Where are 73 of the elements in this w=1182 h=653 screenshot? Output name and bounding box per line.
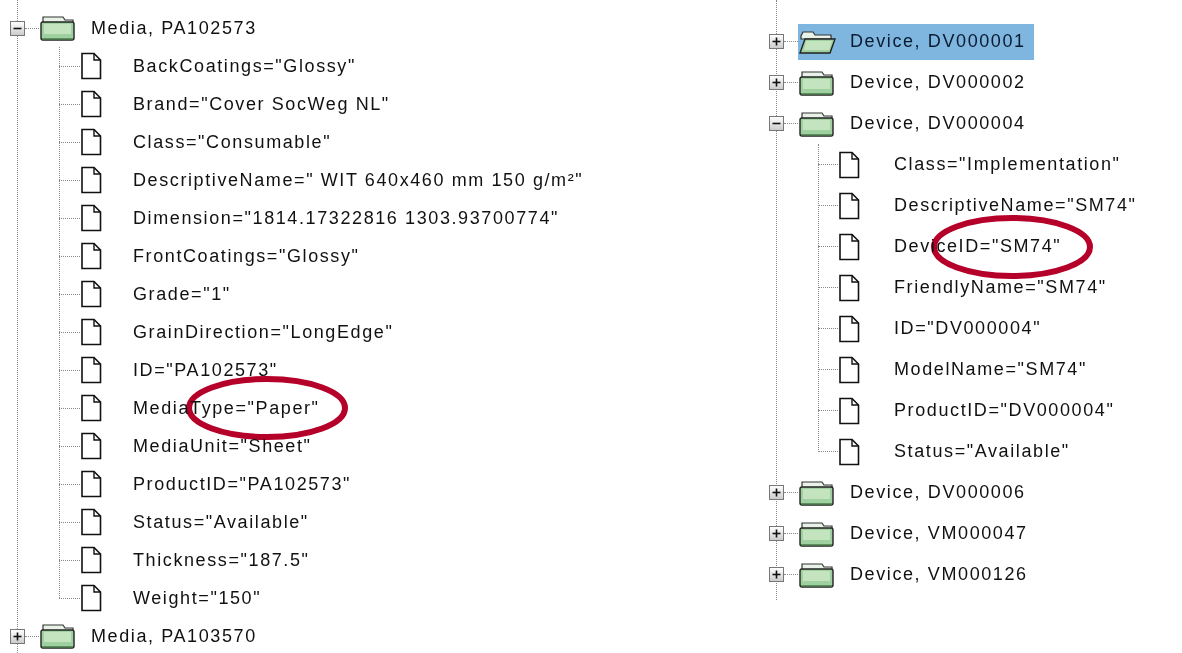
plus-icon xyxy=(771,36,782,47)
tree-item-label[interactable]: ModelName="SM74" xyxy=(894,356,1087,383)
tree-item-label[interactable]: Class="Implementation" xyxy=(894,151,1121,178)
tree-item-label[interactable]: FrontCoatings="Glossy" xyxy=(133,242,360,270)
folder-icon xyxy=(39,622,77,650)
tree-item-label[interactable]: GrainDirection="LongEdge" xyxy=(133,318,394,346)
tree-item-label[interactable]: DescriptiveName="SM74" xyxy=(894,192,1137,219)
tree-item[interactable]: Media, PA103570 xyxy=(39,618,265,653)
document-icon xyxy=(838,355,860,384)
document-icon xyxy=(838,273,860,302)
document-icon xyxy=(838,150,860,179)
expander-toggle[interactable] xyxy=(769,116,784,131)
document-icon xyxy=(80,128,102,156)
document-icon xyxy=(838,314,860,343)
document-icon xyxy=(80,508,102,536)
expander-toggle[interactable] xyxy=(769,567,784,582)
tree-item-label[interactable]: BackCoatings="Glossy" xyxy=(133,52,356,80)
tree-item-label[interactable]: ProductID="DV000004" xyxy=(894,397,1115,424)
tree-item-label[interactable]: FriendlyName="SM74" xyxy=(894,274,1107,301)
document-icon xyxy=(80,432,102,460)
tree-item[interactable]: Device, VM000126 xyxy=(798,556,1036,593)
document-icon xyxy=(80,356,102,384)
document-icon xyxy=(838,437,860,466)
plus-icon xyxy=(771,569,782,580)
expander-toggle[interactable] xyxy=(769,485,784,500)
tree-item-label[interactable]: ProductID="PA102573" xyxy=(133,470,352,498)
folder-icon xyxy=(798,519,836,548)
document-icon xyxy=(80,546,102,574)
tree-item-label[interactable]: Weight="150" xyxy=(133,584,262,612)
folder-icon xyxy=(798,109,836,138)
tree-item-label[interactable]: Class="Consumable" xyxy=(133,128,332,156)
document-icon xyxy=(80,52,102,80)
tree-item[interactable]: Device, DV000006 xyxy=(798,474,1034,511)
document-icon xyxy=(80,242,102,270)
document-icon xyxy=(838,396,860,425)
document-icon xyxy=(80,470,102,498)
document-icon xyxy=(80,90,102,118)
plus-icon xyxy=(12,630,23,642)
tree-item-label[interactable]: MediaUnit="Sheet" xyxy=(133,432,312,460)
folder-icon xyxy=(39,14,77,42)
expander-toggle[interactable] xyxy=(10,628,25,644)
folder-icon xyxy=(798,68,836,97)
tree-item-label[interactable]: DescriptiveName=" WIT 640x460 mm 150 g/m²" xyxy=(133,166,584,194)
expander-toggle[interactable] xyxy=(769,526,784,541)
tree-item-label[interactable]: ID="DV000004" xyxy=(894,315,1042,342)
plus-icon xyxy=(771,487,782,498)
tree-item[interactable]: Device, DV000002 xyxy=(798,64,1034,101)
plus-icon xyxy=(771,77,782,88)
folder-icon xyxy=(798,560,836,589)
document-icon xyxy=(838,191,860,220)
folder-icon xyxy=(798,478,836,507)
document-icon xyxy=(80,394,102,422)
document-icon xyxy=(80,318,102,346)
document-icon xyxy=(80,280,102,308)
expander-toggle[interactable] xyxy=(769,34,784,49)
tree-item-label[interactable]: Status="Available" xyxy=(894,438,1070,465)
plus-icon xyxy=(771,528,782,539)
tree-item-label[interactable]: Status="Available" xyxy=(133,508,309,536)
document-icon xyxy=(838,232,860,261)
document-icon xyxy=(80,584,102,612)
tree-item-label[interactable]: Dimension="1814.17322816 1303.93700774" xyxy=(133,204,559,232)
tree-item-label[interactable]: Brand="Cover SocWeg NL" xyxy=(133,90,390,118)
tree-item[interactable]: Device, DV000004 xyxy=(798,105,1034,142)
document-icon xyxy=(80,204,102,232)
expander-toggle[interactable] xyxy=(769,75,784,90)
tree-item-label[interactable]: ID="PA102573" xyxy=(133,356,278,384)
tree-item[interactable]: Device, VM000047 xyxy=(798,515,1036,552)
tree-item-label[interactable]: Thickness="187.5" xyxy=(133,546,310,574)
tree-item[interactable]: Media, PA102573 xyxy=(39,10,265,46)
document-icon xyxy=(80,166,102,194)
tree-item-label[interactable]: Grade="1" xyxy=(133,280,231,308)
tree-item[interactable]: Device, DV000001 xyxy=(798,23,1034,60)
expander-toggle[interactable] xyxy=(10,20,25,36)
